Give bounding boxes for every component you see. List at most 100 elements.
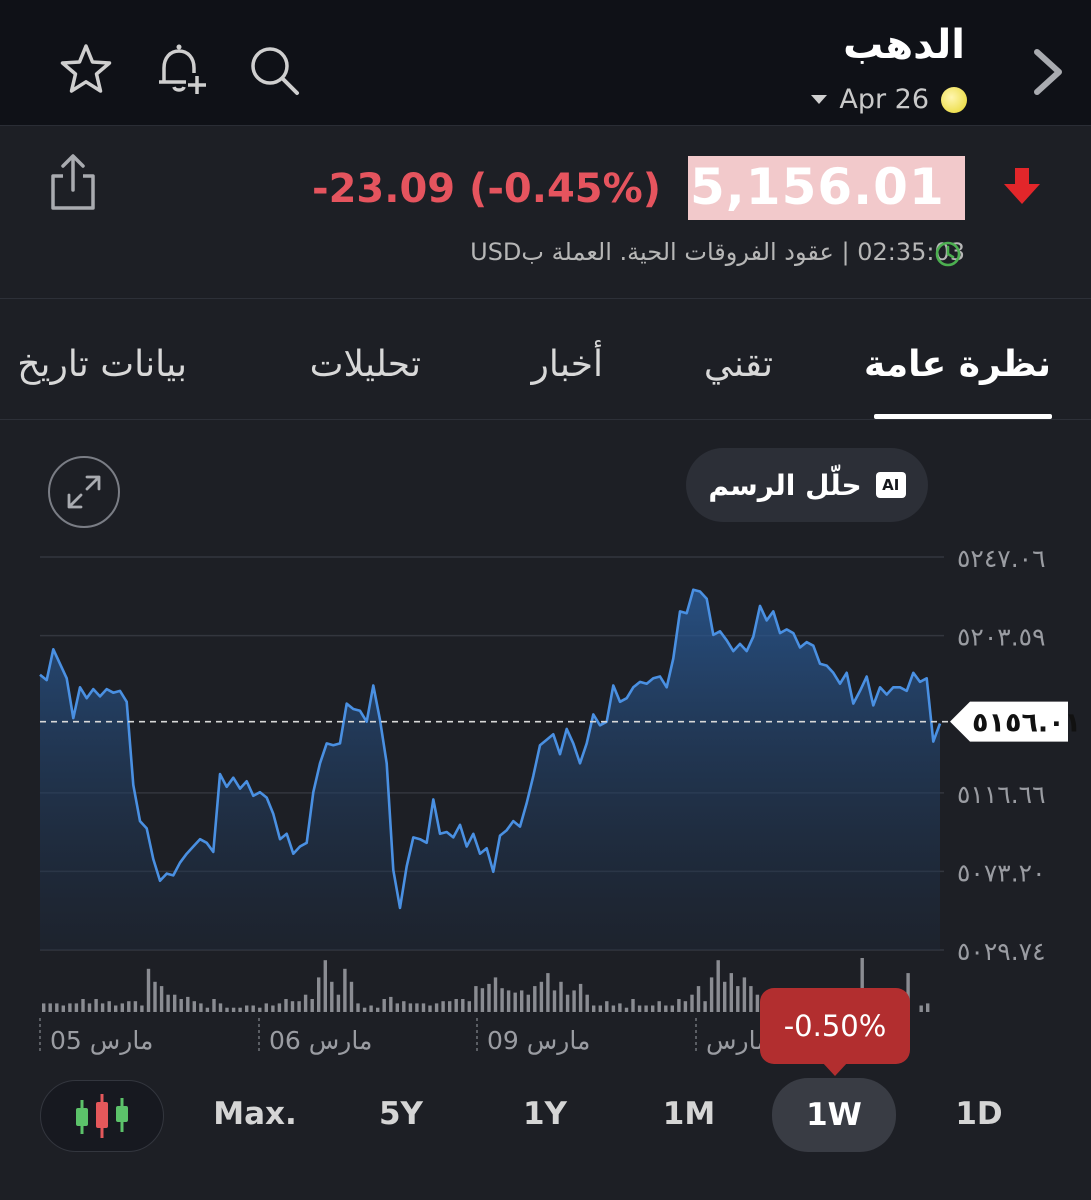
volume-bar — [742, 977, 747, 1012]
tab-news[interactable]: أخبار — [532, 344, 603, 385]
tab-technical[interactable]: تقني — [704, 344, 773, 385]
volume-bar — [657, 1001, 661, 1012]
volume-bar — [539, 981, 544, 1012]
volume-bar — [428, 1005, 432, 1012]
volume-bar — [690, 994, 694, 1012]
volume-bar — [415, 1003, 419, 1012]
volume-bar — [670, 1005, 674, 1012]
volume-bar — [133, 1001, 138, 1012]
volume-bar — [749, 986, 753, 1012]
volume-bar — [68, 1003, 72, 1012]
volume-bar — [565, 994, 570, 1012]
volume-bar — [264, 1003, 268, 1012]
volume-bar — [736, 986, 740, 1012]
volume-bar — [461, 999, 465, 1012]
volume-bar — [919, 1005, 923, 1012]
volume-bar — [159, 986, 164, 1012]
expand-chart-button[interactable] — [48, 456, 120, 528]
date-selector[interactable]: Apr 26 — [811, 84, 967, 115]
volume-bar — [677, 999, 681, 1012]
volume-bar — [186, 996, 190, 1012]
range-5y[interactable]: 5Y — [346, 1096, 456, 1132]
volume-bar — [421, 1003, 426, 1012]
volume-bar — [100, 1003, 105, 1012]
volume-bar — [500, 988, 504, 1012]
volume-bar — [441, 1001, 445, 1012]
divider — [0, 419, 1091, 420]
bell-plus-icon[interactable] — [148, 38, 212, 102]
volume-bar — [474, 986, 478, 1012]
volume-bar — [61, 1005, 65, 1012]
x-tick-label: 09 مارس — [487, 1026, 590, 1055]
volume-bar — [277, 1003, 282, 1012]
volume-bar — [533, 986, 537, 1012]
range-1w[interactable]: 1W — [772, 1078, 896, 1152]
volume-bar — [559, 981, 563, 1012]
y-tick-label: ٥٠٧٣.٢٠ — [957, 858, 1046, 887]
analyze-chart-button[interactable]: AI حلّل الرسم — [686, 448, 928, 522]
volume-bar — [323, 960, 327, 1012]
volume-bar — [376, 1007, 380, 1012]
chart-type-button[interactable] — [40, 1080, 164, 1152]
tab-historical-data[interactable]: بيانات تاريخ — [17, 344, 187, 385]
volume-bar — [349, 981, 354, 1012]
volume-bar — [48, 1003, 52, 1012]
volume-bar — [87, 1003, 92, 1012]
volume-bar — [330, 981, 334, 1012]
share-icon[interactable] — [46, 152, 100, 214]
volume-bar — [448, 1001, 452, 1012]
asset-title: الدهب — [843, 22, 965, 68]
range-max[interactable]: Max. — [200, 1096, 310, 1132]
range-1y[interactable]: 1Y — [490, 1096, 600, 1132]
volume-bar — [578, 983, 583, 1012]
range-1d[interactable]: 1D — [924, 1096, 1034, 1132]
volume-bar — [192, 1001, 196, 1012]
volume-bar — [258, 1007, 262, 1012]
search-icon[interactable] — [242, 38, 306, 102]
range-1m[interactable]: 1M — [634, 1096, 744, 1132]
x-axis: 05 مارس 06 مارس 09 مارس مارس — [39, 1018, 770, 1055]
volume-bar — [173, 994, 177, 1012]
volume-bar — [664, 1005, 668, 1012]
volume-bar — [592, 1005, 596, 1012]
volume-bar — [696, 986, 701, 1012]
volume-bar — [297, 1001, 301, 1012]
y-axis: ٥٢٤٧.٠٦ ٥٢٠٣.٥٩ ٥١١٦.٦٦ ٥٠٧٣.٢٠ ٥٠٢٩.٧٤ — [957, 544, 1046, 966]
volume-bar — [179, 999, 183, 1012]
volume-bar — [166, 994, 170, 1012]
volume-bar — [369, 1005, 373, 1012]
last-price: 5,156.01 — [690, 158, 945, 216]
divider — [0, 298, 1091, 299]
volume-bar — [683, 1001, 688, 1012]
volume-bar — [218, 1003, 223, 1012]
volume-bar — [225, 1007, 229, 1012]
volume-bar — [513, 992, 517, 1012]
chevron-right-icon[interactable] — [1023, 44, 1073, 100]
volume-bar — [644, 1005, 648, 1012]
volume-bar — [336, 994, 341, 1012]
y-tick-label: ٥٠٢٩.٧٤ — [957, 937, 1046, 966]
tab-overview[interactable]: نظرة عامة — [864, 344, 1051, 385]
expand-icon — [67, 475, 101, 509]
price-chart[interactable]: ٥٢٤٧.٠٦ ٥٢٠٣.٥٩ ٥١١٦.٦٦ ٥٠٧٣.٢٠ ٥٠٢٩.٧٤ ٥١٥٦… — [0, 540, 1091, 1070]
y-tick-label: ٥١١٦.٦٦ — [957, 780, 1046, 809]
volume-bar — [42, 1003, 46, 1012]
volume-bar — [637, 1005, 642, 1012]
volume-bar — [520, 990, 524, 1012]
badge-pointer — [822, 1062, 848, 1076]
volume-bar — [408, 1003, 413, 1012]
volume-bar — [343, 968, 347, 1012]
volume-bar — [395, 1003, 399, 1012]
period-change-badge: -0.50% — [760, 988, 910, 1064]
volume-bar — [81, 999, 85, 1012]
volume-bar — [624, 1007, 629, 1012]
volume-bar — [251, 1005, 255, 1012]
price-change: -23.09 (-0.45%) — [312, 166, 661, 212]
tab-analysis[interactable]: تحليلات — [310, 344, 421, 385]
top-bar: الدهب Apr 26 — [0, 0, 1091, 126]
volume-bar — [703, 1001, 707, 1012]
star-icon[interactable] — [54, 38, 118, 102]
volume-bar — [303, 994, 308, 1012]
volume-bar — [127, 1001, 131, 1012]
volume-bar — [709, 977, 714, 1012]
